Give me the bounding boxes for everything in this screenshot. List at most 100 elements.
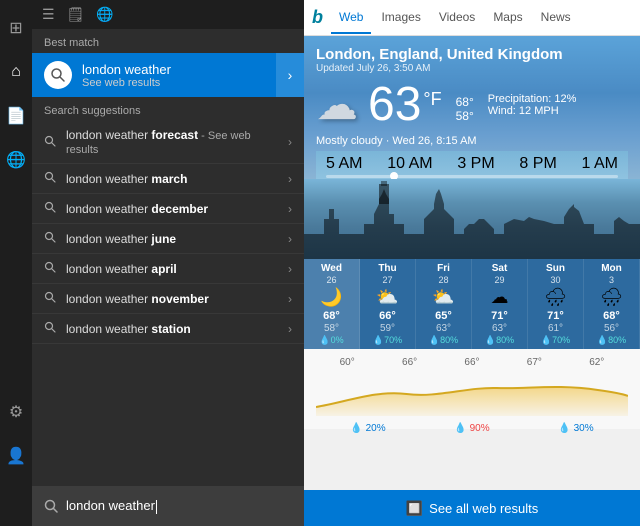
suggestion-text-5: london weather november	[66, 292, 282, 306]
search-small-icon-4	[44, 261, 56, 276]
forecast-dayname-3: Sat	[492, 263, 508, 274]
suggestion-item-4[interactable]: london weather april ›	[32, 254, 304, 284]
best-match-title: london weather	[82, 62, 292, 77]
suggestion-arrow-4: ›	[288, 262, 292, 276]
forecast-low-2: 63°	[436, 323, 451, 334]
forecast-high-1: 66°	[379, 310, 396, 322]
chart-val-4: 67°	[527, 357, 542, 368]
temp-symbol: °F	[423, 89, 441, 110]
forecast-daynum-0: 26	[326, 275, 336, 285]
search-small-icon-5	[44, 291, 56, 306]
best-match-label: Best match	[32, 29, 304, 53]
sidebar-user-icon[interactable]: 👤	[0, 436, 32, 476]
see-all-text: See all web results	[429, 501, 538, 516]
forecast-precip-0: 💧0%	[319, 335, 343, 346]
globe-icon[interactable]: 🌐	[96, 6, 113, 23]
forecast-strip: Wed 26 🌙 68° 58° 💧0% Thu 27 ⛅ 66° 59° 💧7…	[304, 259, 640, 349]
see-all-icon: 🔲	[406, 500, 423, 517]
weather-description: Mostly cloudy · Wed 26, 8:15 AM	[316, 135, 628, 147]
suggestion-item-1[interactable]: london weather march ›	[32, 164, 304, 194]
forecast-icon-5: 🌧	[600, 287, 623, 308]
search-circle-icon	[44, 61, 72, 89]
forecast-day-5[interactable]: Mon 3 🌧 68° 56° 💧80%	[584, 259, 640, 349]
forecast-high-0: 68°	[323, 310, 340, 322]
precip-row: 💧 20% 💧 90% 💧 30%	[316, 423, 628, 434]
tab-web[interactable]: Web	[331, 2, 371, 34]
suggestion-item-0[interactable]: london weather forecast - See web result…	[32, 121, 304, 164]
forecast-day-1[interactable]: Thu 27 ⛅ 66° 59° 💧70%	[360, 259, 416, 349]
doc-icon[interactable]: 🗒	[67, 6, 85, 23]
weather-updated: Updated July 26, 3:50 AM	[316, 63, 628, 74]
suggestion-item-6[interactable]: london weather station ›	[32, 314, 304, 344]
timeline-label-1am: 1 AM	[582, 155, 618, 173]
forecast-day-3[interactable]: Sat 29 ☁ 71° 63° 💧80%	[472, 259, 528, 349]
search-bar-icon	[44, 499, 58, 513]
suggestion-arrow-2: ›	[288, 202, 292, 216]
city-image	[304, 179, 640, 259]
search-bar[interactable]: london weather	[32, 486, 304, 526]
search-small-icon-6	[44, 321, 56, 336]
weather-city: London, England, United Kingdom	[316, 46, 628, 63]
chart-val-2: 66°	[402, 357, 417, 368]
tabs-container: WebImagesVideosMapsNews	[331, 2, 579, 33]
tab-maps[interactable]: Maps	[485, 2, 530, 34]
suggestion-item-5[interactable]: london weather november ›	[32, 284, 304, 314]
search-small-icon-0	[44, 135, 56, 150]
precip-item-1: 💧 20%	[350, 423, 385, 434]
suggestion-text-4: london weather april	[66, 262, 282, 276]
sidebar-settings-icon[interactable]: ⚙	[0, 392, 32, 432]
forecast-low-4: 61°	[548, 323, 563, 334]
forecast-daynum-1: 27	[382, 275, 392, 285]
forecast-daynum-2: 28	[438, 275, 448, 285]
suggestion-text-0: london weather forecast - See web result…	[66, 128, 282, 156]
timeline-indicator	[390, 172, 398, 179]
tab-images[interactable]: Images	[373, 2, 428, 34]
see-all-button[interactable]: 🔲 See all web results	[304, 490, 640, 526]
forecast-precip-4: 💧70%	[541, 335, 570, 346]
timeline-label-3pm: 3 PM	[457, 155, 494, 173]
search-small-icon-2	[44, 201, 56, 216]
tab-bar: b WebImagesVideosMapsNews	[304, 0, 640, 36]
forecast-high-4: 71°	[547, 310, 564, 322]
best-match-arrow[interactable]: ›	[276, 53, 304, 97]
forecast-icon-2: ⛅	[432, 287, 454, 308]
forecast-high-5: 68°	[603, 310, 620, 322]
forecast-day-0[interactable]: Wed 26 🌙 68° 58° 💧0%	[304, 259, 360, 349]
weather-header: London, England, United Kingdom Updated …	[304, 36, 640, 179]
sidebar-globe-icon[interactable]: 🌐	[0, 140, 32, 180]
best-match-item[interactable]: london weather See web results ›	[32, 53, 304, 97]
best-match-subtitle: See web results	[82, 77, 292, 89]
temp-value: 63	[368, 81, 421, 129]
sidebar-windows-icon[interactable]: ⊞	[0, 8, 32, 48]
weather-details: Precipitation: 12% Wind: 12 MPH	[488, 93, 577, 117]
suggestion-text-2: london weather december	[66, 202, 282, 216]
suggestion-arrow-0: ›	[288, 135, 292, 149]
search-bar-text: london weather	[66, 498, 157, 514]
sidebar-doc-icon[interactable]: 📄	[0, 96, 32, 136]
suggestion-text-1: london weather march	[66, 172, 282, 186]
tab-news[interactable]: News	[533, 2, 579, 34]
forecast-dayname-5: Mon	[601, 263, 622, 274]
chart-area: 60° 66° 66° 67° 62° 💧 20% 💧 90%	[304, 349, 640, 429]
timeline-label-8pm: 8 PM	[519, 155, 556, 173]
timeline-label-10am: 10 AM	[387, 155, 432, 173]
tab-videos[interactable]: Videos	[431, 2, 483, 34]
forecast-dayname-0: Wed	[321, 263, 342, 274]
suggestion-item-3[interactable]: london weather june ›	[32, 224, 304, 254]
sidebar-home-icon[interactable]: ⌂	[0, 52, 32, 92]
suggestion-item-2[interactable]: london weather december ›	[32, 194, 304, 224]
forecast-day-4[interactable]: Sun 30 🌧 71° 61° 💧70%	[528, 259, 584, 349]
precip-value: Precipitation: 12%	[488, 93, 577, 105]
hamburger-icon[interactable]: ☰	[42, 6, 55, 23]
forecast-low-5: 56°	[604, 323, 619, 334]
forecast-precip-3: 💧80%	[485, 335, 514, 346]
suggestions-label: Search suggestions	[32, 97, 304, 121]
chart-val-3: 66°	[464, 357, 479, 368]
wind-value: Wind: 12 MPH	[488, 105, 577, 117]
timeline: 5 AM 10 AM 3 PM 8 PM 1 AM	[316, 151, 628, 179]
chart-val-5: 62°	[589, 357, 604, 368]
suggestion-arrow-3: ›	[288, 232, 292, 246]
forecast-day-2[interactable]: Fri 28 ⛅ 65° 63° 💧80%	[416, 259, 472, 349]
forecast-precip-5: 💧80%	[597, 335, 626, 346]
suggestions-list: london weather forecast - See web result…	[32, 121, 304, 344]
